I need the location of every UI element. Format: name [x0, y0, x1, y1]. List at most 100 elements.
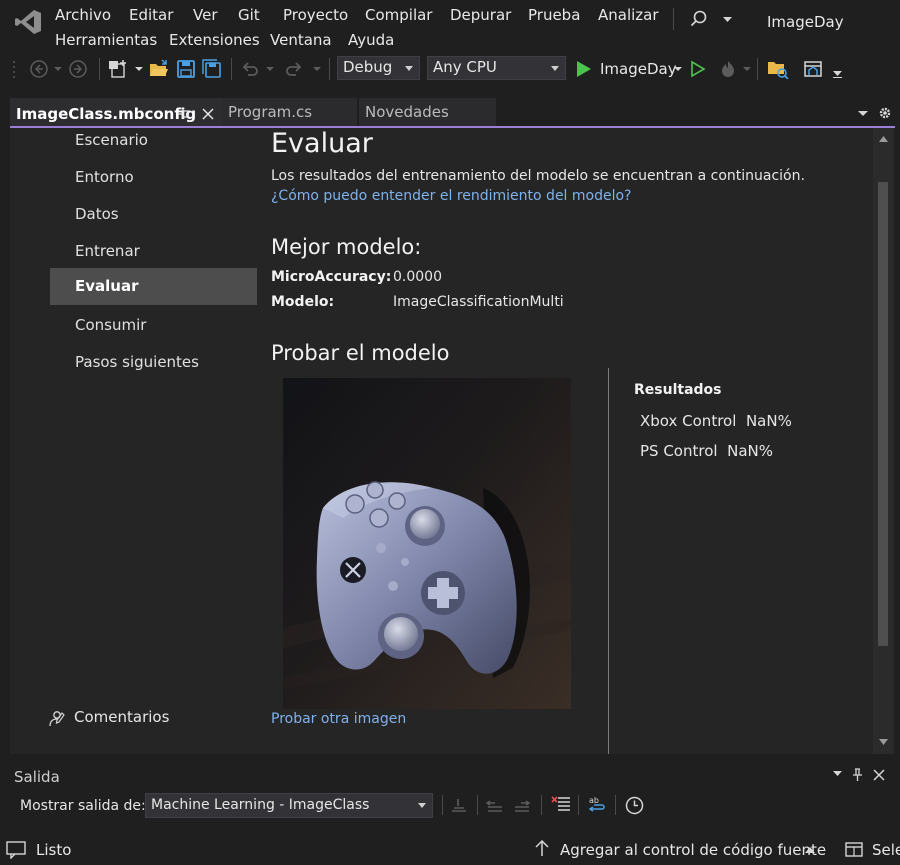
chevron-down-icon — [551, 66, 559, 71]
menu-editar[interactable]: Editar — [129, 6, 173, 24]
navigate-back-icon[interactable] — [29, 59, 49, 79]
word-wrap-icon[interactable]: ab — [588, 795, 608, 815]
menu-herramientas[interactable]: Herramientas — [55, 31, 157, 49]
menu-ver[interactable]: Ver — [193, 6, 218, 24]
configuration-value: Debug — [343, 58, 393, 76]
menu-prueba[interactable]: Prueba — [528, 6, 580, 24]
nav-item-pasos-siguientes[interactable]: Pasos siguientes — [50, 344, 257, 381]
results-heading: Resultados — [634, 382, 722, 398]
nav-item-evaluar[interactable]: Evaluar — [50, 268, 257, 305]
save-all-icon[interactable] — [202, 59, 222, 79]
menu-archivo[interactable]: Archivo — [55, 6, 111, 24]
notification-icon[interactable] — [6, 841, 26, 859]
tab-label: Program.cs — [228, 103, 313, 121]
toolbar-separator — [757, 58, 758, 80]
scrollbar-thumb[interactable] — [878, 182, 888, 646]
toolbar-separator — [541, 795, 542, 815]
model-label: Modelo: — [271, 294, 335, 310]
add-to-source-control-button[interactable]: Agregar al control de código fuente — [560, 841, 826, 859]
feedback-label: Comentarios — [74, 708, 170, 726]
nav-item-entrenar[interactable]: Entrenar — [50, 233, 257, 270]
standard-toolbar: Debug Any CPU ImageDay — [0, 54, 900, 86]
new-dropdown-icon[interactable] — [135, 67, 143, 72]
select-repository-icon[interactable] — [845, 840, 863, 858]
close-icon[interactable] — [202, 108, 214, 120]
toolbar-overflow-icon[interactable] — [833, 68, 842, 78]
nav-item-entorno[interactable]: Entorno — [50, 159, 257, 196]
result-label: PS Control — [640, 442, 718, 460]
toolbar-separator — [477, 795, 478, 815]
scroll-up-icon[interactable] — [879, 136, 888, 142]
pin-icon[interactable] — [177, 108, 190, 120]
evaluate-description: Los resultados del entrenamiento del mod… — [271, 168, 805, 184]
menu-proyecto[interactable]: Proyecto — [283, 6, 348, 24]
arrow-up-icon[interactable] — [535, 839, 549, 857]
undo-dropdown-icon[interactable] — [266, 67, 274, 72]
scroll-down-icon[interactable] — [879, 739, 888, 745]
result-row: Xbox Control NaN% — [640, 412, 792, 430]
menu-ventana[interactable]: Ventana — [270, 31, 332, 49]
tab-imageclass-mbconfig[interactable]: ImageClass.mbconfig — [10, 98, 222, 126]
test-model-heading: Probar el modelo — [271, 341, 450, 365]
nav-item-consumir[interactable]: Consumir — [50, 307, 257, 344]
start-without-debugging-icon[interactable] — [690, 60, 706, 78]
menu-compilar[interactable]: Compilar — [365, 6, 432, 24]
clear-all-icon[interactable] — [551, 796, 571, 814]
navigate-forward-icon[interactable] — [68, 59, 88, 79]
configuration-select[interactable]: Debug — [337, 56, 420, 80]
clock-icon[interactable] — [625, 796, 644, 815]
svg-text:ab: ab — [589, 796, 599, 805]
close-icon[interactable] — [873, 769, 885, 781]
start-dropdown-icon[interactable] — [674, 67, 682, 72]
platform-value: Any CPU — [433, 58, 497, 76]
search-dropdown-icon[interactable] — [723, 17, 732, 23]
nav-item-escenario[interactable]: Escenario — [50, 128, 257, 159]
pin-icon[interactable] — [852, 768, 863, 782]
find-message-icon[interactable] — [450, 797, 468, 813]
title-bar: Archivo Editar Ver Git Proyecto Compilar… — [0, 0, 900, 56]
hot-reload-dropdown-icon[interactable] — [743, 67, 751, 72]
best-model-heading: Mejor modelo: — [271, 235, 422, 259]
model-performance-help-link[interactable]: ¿Cómo puedo entender el rendimiento del … — [271, 188, 631, 204]
results-divider — [608, 368, 609, 754]
output-source-select[interactable]: Machine Learning - ImageClass — [145, 793, 433, 818]
result-value: NaN% — [727, 442, 773, 460]
home-window-icon[interactable] — [803, 59, 823, 79]
back-dropdown-icon[interactable] — [54, 67, 62, 72]
redo-icon[interactable] — [284, 59, 304, 79]
tab-list-dropdown-icon[interactable] — [858, 111, 868, 117]
undo-icon[interactable] — [240, 59, 260, 79]
tab-program-cs[interactable]: Program.cs — [222, 98, 357, 126]
menu-ayuda[interactable]: Ayuda — [348, 31, 394, 49]
previous-message-icon[interactable] — [486, 797, 504, 813]
start-debugging-icon[interactable] — [576, 60, 592, 78]
tab-label: ImageClass.mbconfig — [16, 105, 197, 123]
gear-icon[interactable] — [878, 106, 892, 120]
test-image — [283, 378, 571, 709]
menu-depurar[interactable]: Depurar — [450, 6, 511, 24]
chevron-up-icon[interactable] — [805, 847, 815, 853]
metric-label: MicroAccuracy: — [271, 269, 392, 285]
menu-git[interactable]: Git — [238, 6, 260, 24]
open-folder-icon[interactable] — [149, 59, 169, 79]
menu-extensiones[interactable]: Extensiones — [169, 31, 260, 49]
chevron-down-icon — [418, 803, 426, 808]
output-dropdown-icon[interactable] — [833, 771, 842, 777]
hot-reload-icon[interactable] — [718, 59, 738, 79]
redo-dropdown-icon[interactable] — [313, 67, 321, 72]
solution-explorer-icon[interactable] — [767, 59, 789, 79]
save-icon[interactable] — [176, 59, 196, 79]
result-label: Xbox Control — [640, 412, 737, 430]
next-message-icon[interactable] — [513, 797, 531, 813]
show-output-from-label: Mostrar salida de: — [20, 798, 146, 814]
try-another-image-link[interactable]: Probar otra imagen — [271, 711, 406, 727]
nav-item-datos[interactable]: Datos — [50, 196, 257, 233]
search-icon[interactable] — [690, 10, 708, 28]
start-target-label[interactable]: ImageDay — [600, 60, 677, 78]
select-repository-button[interactable]: Sele — [872, 841, 900, 859]
tab-novedades[interactable]: Novedades — [359, 98, 496, 126]
platform-select[interactable]: Any CPU — [427, 56, 566, 80]
new-project-icon[interactable] — [108, 59, 128, 79]
visual-studio-logo-icon — [14, 9, 42, 35]
menu-analizar[interactable]: Analizar — [598, 6, 659, 24]
